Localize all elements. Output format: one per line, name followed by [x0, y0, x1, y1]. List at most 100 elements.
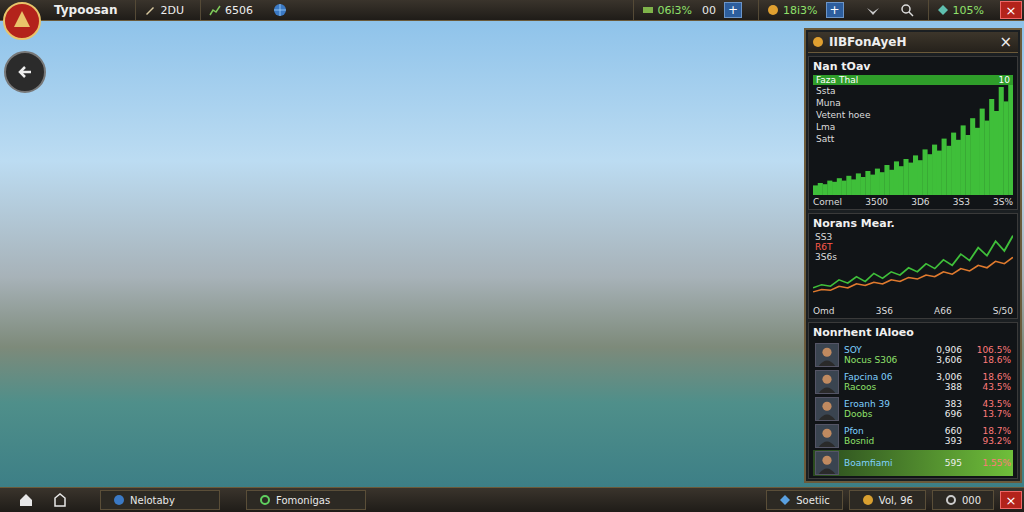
game-screen: Typoosan 2DU 6506 06i3% 00 + 18i3% + 105… — [0, 0, 1024, 512]
footer-value: 3S3 — [953, 197, 970, 207]
resource-stat[interactable]: 2DU — [135, 0, 192, 20]
refresh-icon — [259, 494, 271, 506]
rate-stat: 18i3% + — [758, 0, 852, 20]
footer-value: 3D6 — [911, 197, 929, 207]
chart-bar — [927, 154, 932, 195]
chart-title: Nan tOav — [813, 59, 1013, 75]
close-button[interactable]: × — [1000, 1, 1022, 19]
resource-stat[interactable]: 6506 — [200, 0, 261, 20]
chart-bar — [913, 155, 918, 195]
row-name: Fapcina 06 — [844, 372, 917, 382]
row-sub-value: 393 — [922, 436, 962, 446]
footer-value: A66 — [934, 306, 952, 316]
menu-button[interactable]: Nelotaby — [100, 490, 220, 510]
coin-icon — [767, 4, 779, 16]
row-pct: 43.5% — [967, 399, 1011, 409]
exit-button[interactable]: × — [1000, 491, 1022, 509]
chart-bar — [994, 111, 999, 195]
chart-bar — [846, 176, 851, 195]
plus-button[interactable]: + — [826, 2, 844, 18]
stat-value: 18i3% — [783, 4, 818, 17]
chart-bar — [851, 179, 856, 195]
avatar-icon — [815, 451, 839, 475]
social-icon — [779, 494, 791, 506]
player-list: Nonrhent lAloeo SOY Nocus S306 0,906 3,6… — [808, 322, 1018, 479]
chart-labels: SS3R6T3S6s — [815, 232, 837, 262]
bar-chart — [813, 75, 1013, 195]
chart-bar — [999, 87, 1004, 195]
chart-bar — [970, 118, 975, 195]
row-pct: 18.7% — [967, 426, 1011, 436]
footer-value: 3500 — [865, 197, 888, 207]
row-sub-value: 3,606 — [922, 355, 962, 365]
status-item[interactable]: 000 — [932, 490, 994, 510]
chart-bar — [865, 171, 870, 195]
axis-label: Vetent hoee — [813, 109, 1013, 121]
stat-value: 6506 — [225, 4, 253, 17]
highlight-row: Faza Thal10 — [813, 75, 1013, 85]
stat-extra: 00 — [702, 4, 716, 17]
row-value: 0,906 — [922, 345, 962, 355]
eagle-icon[interactable] — [860, 3, 886, 17]
chart-bar — [818, 183, 823, 195]
list-row[interactable]: Pfon Bosnid 660 393 18.7% 93.2% — [813, 423, 1013, 449]
chart-bar — [827, 181, 832, 195]
menu-button[interactable]: Fomonigas — [246, 490, 366, 510]
axis-label: Muna — [813, 97, 1013, 109]
chart-bar — [837, 178, 842, 195]
chart-bar — [903, 159, 908, 195]
list-row[interactable]: SOY Nocus S306 0,906 3,606 106.5% 18.6% — [813, 342, 1013, 368]
status-item[interactable]: Soetiic — [766, 490, 843, 510]
back-button[interactable] — [4, 51, 46, 93]
globe-icon[interactable] — [273, 3, 287, 17]
avatar-icon — [815, 397, 839, 421]
list-row[interactable]: Eroanh 39 Doobs 383 696 43.5% 13.7% — [813, 396, 1013, 422]
zoom-stat: 105% — [928, 0, 992, 20]
chart-bar — [937, 151, 942, 195]
panel-close-button[interactable]: × — [997, 33, 1014, 51]
row-value: 595 — [922, 458, 962, 468]
game-title: Typoosan — [54, 3, 127, 17]
chart-bar — [884, 165, 889, 195]
panel-header: IIBFonAyeH × — [808, 32, 1018, 53]
chart-bar — [899, 166, 904, 195]
zoom-value: 105% — [953, 4, 984, 17]
game-logo[interactable] — [2, 1, 42, 45]
list-row[interactable]: Fapcina 06 Racoos 3,006 388 18.6% 43.5% — [813, 369, 1013, 395]
axis-label: SS3 — [815, 232, 837, 242]
chart-bar — [961, 125, 966, 195]
green-line — [813, 236, 1013, 288]
list-row[interactable]: Boamfiami 595 1.55% — [813, 450, 1013, 476]
axis-label: Ssta — [813, 85, 1013, 97]
search-icon[interactable] — [894, 3, 920, 17]
row-sub-name: Bosnid — [844, 436, 917, 446]
row-name: Pfon — [844, 426, 917, 436]
chart-bar — [870, 175, 875, 195]
chart-bar — [946, 146, 951, 195]
axis-label: R6T — [815, 242, 837, 252]
row-value: 3,006 — [922, 372, 962, 382]
avatar-icon — [815, 424, 839, 448]
row-name: Eroanh 39 — [844, 399, 917, 409]
home-icon[interactable] — [12, 492, 40, 508]
row-pct: 1.55% — [967, 458, 1011, 468]
chart-bar — [923, 149, 928, 195]
chart-bar — [965, 135, 970, 195]
orange-line — [813, 257, 1013, 292]
status-item[interactable]: Vol, 96 — [849, 490, 926, 510]
axis-label: Lma — [813, 121, 1013, 133]
chart-bar — [942, 139, 947, 195]
chart-bar — [918, 160, 923, 195]
plus-button[interactable]: + — [724, 2, 742, 18]
rate-stat: 06i3% 00 + — [633, 0, 751, 20]
chart-bar — [875, 169, 880, 195]
chart-bar — [880, 172, 885, 195]
building-icon[interactable] — [46, 492, 74, 508]
chart-labels: Faza Thal10 SstaMunaVetent hoeeLmaSatt — [813, 75, 1013, 145]
chart-bar — [951, 133, 956, 195]
settings-icon — [945, 494, 957, 506]
chart-bar — [861, 177, 866, 195]
row-sub-pct: 93.2% — [967, 436, 1011, 446]
footer-value: S/50 — [993, 306, 1013, 316]
chart-area: SS3R6T3S6s — [813, 232, 1013, 304]
